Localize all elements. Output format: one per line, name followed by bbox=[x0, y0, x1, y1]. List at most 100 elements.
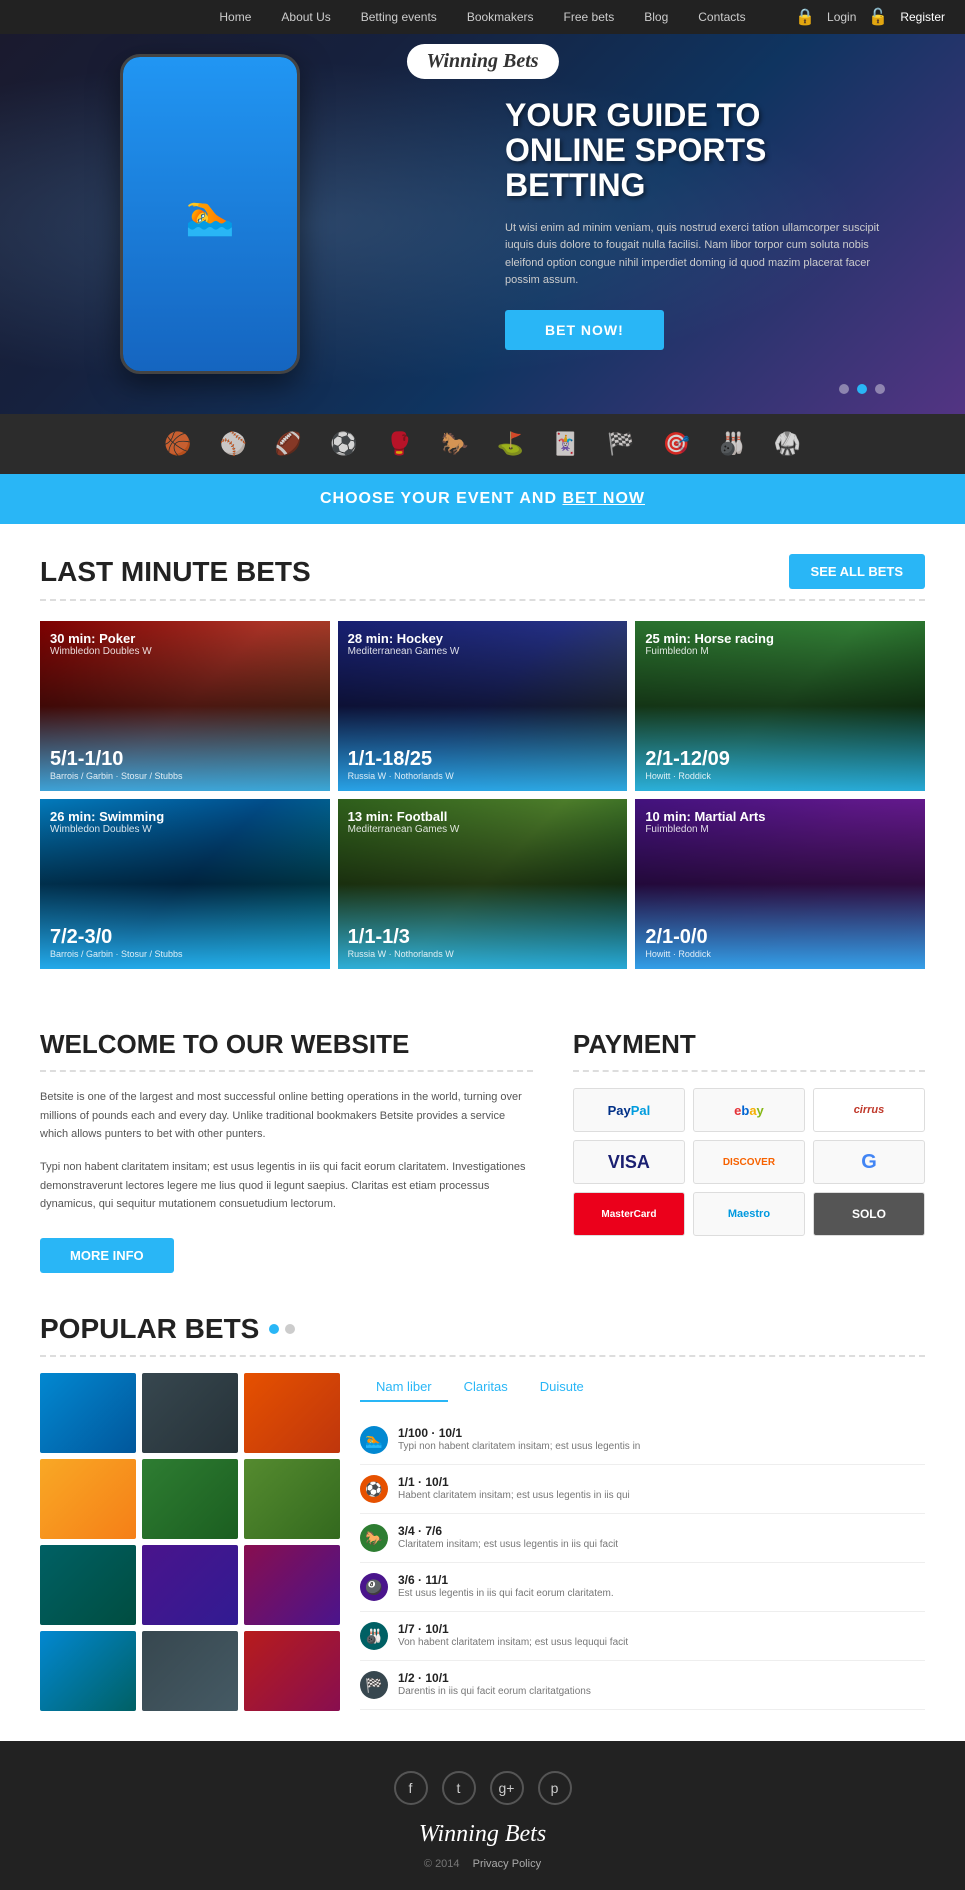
payment-solo[interactable]: SOLO bbox=[813, 1192, 925, 1236]
tab-duisute[interactable]: Duisute bbox=[524, 1373, 600, 1402]
cards-icon[interactable]: 🃏 bbox=[552, 431, 579, 457]
twitter-icon[interactable]: t bbox=[442, 1771, 476, 1805]
pop-image-soccer[interactable] bbox=[142, 1459, 238, 1539]
payment-mastercard[interactable]: MasterCard bbox=[573, 1192, 685, 1236]
pop-image-boxing[interactable] bbox=[244, 1631, 340, 1711]
facebook-icon[interactable]: f bbox=[394, 1771, 428, 1805]
payment-ebay[interactable]: ebay bbox=[693, 1088, 805, 1132]
payment-paypal[interactable]: PayPal bbox=[573, 1088, 685, 1132]
footer-logo: Winning Bets bbox=[40, 1821, 925, 1848]
dot-2[interactable] bbox=[857, 384, 867, 394]
payment-visa[interactable]: VISA bbox=[573, 1140, 685, 1184]
bet-subtitle: Fuimbledon M bbox=[645, 824, 915, 835]
pop-dot-2[interactable] bbox=[285, 1324, 295, 1334]
football-icon[interactable]: 🏈 bbox=[275, 431, 302, 457]
pop-image-field[interactable] bbox=[244, 1459, 340, 1539]
nav-contacts[interactable]: Contacts bbox=[698, 10, 745, 24]
pop-image-beach[interactable] bbox=[40, 1545, 136, 1625]
bet-odds-label: 1/100 · 10/1 bbox=[398, 1426, 640, 1440]
bet-info: 1/100 · 10/1 Typi non habent claritatem … bbox=[398, 1426, 640, 1454]
footer: f t g+ p Winning Bets © 2014 Privacy Pol… bbox=[0, 1741, 965, 1890]
payment-discover[interactable]: DISCOVER bbox=[693, 1140, 805, 1184]
payment-maestro[interactable]: Maestro bbox=[693, 1192, 805, 1236]
pinterest-icon[interactable]: p bbox=[538, 1771, 572, 1805]
bet-card-swimming[interactable]: 26 min: Swimming Wimbledon Doubles W 7/2… bbox=[40, 799, 330, 969]
soccer-icon[interactable]: ⚽ bbox=[330, 431, 357, 457]
nav-freebets[interactable]: Free bets bbox=[564, 10, 615, 24]
bet-time: 30 min: Poker bbox=[50, 631, 320, 646]
bet-odds: 2/1-12/09 bbox=[645, 748, 915, 771]
payment-google[interactable]: G bbox=[813, 1140, 925, 1184]
bet-card-poker[interactable]: 30 min: Poker Wimbledon Doubles W 5/1-1/… bbox=[40, 621, 330, 791]
bet-info: 1/7 · 10/1 Von habent claritatem insitam… bbox=[398, 1622, 628, 1650]
bet-now-link[interactable]: BET NOW bbox=[562, 490, 645, 507]
tab-nam-liber[interactable]: Nam liber bbox=[360, 1373, 448, 1402]
nav-about[interactable]: About Us bbox=[281, 10, 330, 24]
baseball-icon[interactable]: ⚾ bbox=[219, 431, 246, 457]
pop-image-cycling[interactable] bbox=[244, 1545, 340, 1625]
nav-bookmakers[interactable]: Bookmakers bbox=[467, 10, 534, 24]
googleplus-icon[interactable]: g+ bbox=[490, 1771, 524, 1805]
sport-icon-swim: 🏊 bbox=[360, 1426, 388, 1454]
bet-card-top: 25 min: Horse racing Fuimbledon M bbox=[645, 631, 915, 657]
bet-card-content: 25 min: Horse racing Fuimbledon M 2/1-12… bbox=[635, 621, 925, 791]
golf-icon[interactable]: ⛳ bbox=[497, 431, 524, 457]
bet-info: 3/6 · 11/1 Est usus legentis in iis qui … bbox=[398, 1573, 614, 1601]
bet-now-button[interactable]: BET NOW! bbox=[505, 310, 664, 350]
darts-icon[interactable]: 🎯 bbox=[663, 431, 690, 457]
bet-subtitle: Mediterranean Games W bbox=[348, 824, 618, 835]
social-links: f t g+ p bbox=[40, 1771, 925, 1805]
bet-description: Von habent claritatem insitam; est usus … bbox=[398, 1636, 628, 1650]
tab-claritas[interactable]: Claritas bbox=[448, 1373, 524, 1402]
bet-card-martial[interactable]: 10 min: Martial Arts Fuimbledon M 2/1-0/… bbox=[635, 799, 925, 969]
login-link[interactable]: Login bbox=[827, 10, 856, 24]
payment-cirrus[interactable]: cirrus bbox=[813, 1088, 925, 1132]
more-info-button[interactable]: MORE INFO bbox=[40, 1238, 174, 1273]
bet-card-bottom: 7/2-3/0 Barrois / Garbin · Stosur / Stub… bbox=[50, 926, 320, 959]
hero-phone: 🏊 bbox=[120, 54, 320, 374]
pop-image-tennis[interactable] bbox=[40, 1459, 136, 1539]
privacy-policy-link[interactable]: Privacy Policy bbox=[473, 1858, 541, 1870]
bet-odds-label: 1/2 · 10/1 bbox=[398, 1671, 591, 1685]
last-minute-title: LAST MINUTE BETS bbox=[40, 556, 311, 588]
nav-home[interactable]: Home bbox=[219, 10, 251, 24]
pop-image-swim[interactable] bbox=[40, 1373, 136, 1453]
boxing-icon[interactable]: 🥊 bbox=[386, 431, 413, 457]
nav-blog[interactable]: Blog bbox=[644, 10, 668, 24]
horse-racing-icon[interactable]: 🐎 bbox=[441, 431, 468, 457]
bet-time: 10 min: Martial Arts bbox=[645, 809, 915, 824]
pop-image-fight[interactable] bbox=[142, 1545, 238, 1625]
pop-image-phone[interactable] bbox=[142, 1631, 238, 1711]
nav-betting[interactable]: Betting events bbox=[361, 10, 437, 24]
dot-3[interactable] bbox=[875, 384, 885, 394]
bowling-icon[interactable]: 🎳 bbox=[718, 431, 745, 457]
welcome-text-1: Betsite is one of the largest and most s… bbox=[40, 1088, 533, 1144]
pop-image-water[interactable] bbox=[40, 1631, 136, 1711]
bet-card-content: 10 min: Martial Arts Fuimbledon M 2/1-0/… bbox=[635, 799, 925, 969]
basketball-icon[interactable]: 🏀 bbox=[164, 431, 191, 457]
martial-arts-icon[interactable]: 🥋 bbox=[774, 431, 801, 457]
bet-odds: 1/1-18/25 bbox=[348, 748, 618, 771]
bet-card-hockey[interactable]: 28 min: Hockey Mediterranean Games W 1/1… bbox=[338, 621, 628, 791]
choose-event-bar: CHOOSE YOUR EVENT AND BET NOW bbox=[0, 474, 965, 524]
dot-1[interactable] bbox=[839, 384, 849, 394]
bet-info: 1/1 · 10/1 Habent claritatem insitam; es… bbox=[398, 1475, 630, 1503]
pop-image-bike[interactable] bbox=[244, 1373, 340, 1453]
bet-odds: 7/2-3/0 bbox=[50, 926, 320, 949]
register-link[interactable]: Register bbox=[900, 10, 945, 24]
phone-screen: 🏊 bbox=[123, 57, 297, 371]
last-minute-header: LAST MINUTE BETS SEE ALL BETS bbox=[40, 554, 925, 601]
racing-flag-icon[interactable]: 🏁 bbox=[607, 431, 634, 457]
bet-odds-label: 3/4 · 7/6 bbox=[398, 1524, 618, 1538]
bet-card-football[interactable]: 13 min: Football Mediterranean Games W 1… bbox=[338, 799, 628, 969]
bet-time: 13 min: Football bbox=[348, 809, 618, 824]
register-icon: 🔓 bbox=[868, 7, 888, 27]
see-all-bets-button[interactable]: SEE ALL BETS bbox=[789, 554, 925, 589]
bet-players: Barrois / Garbin · Stosur / Stubbs bbox=[50, 949, 320, 959]
hero-description: Ut wisi enim ad minim veniam, quis nostr… bbox=[505, 220, 885, 290]
sport-icon-bowling: 🎳 bbox=[360, 1622, 388, 1650]
pop-dot-1[interactable] bbox=[269, 1324, 279, 1334]
pop-image-gym[interactable] bbox=[142, 1373, 238, 1453]
choose-text: CHOOSE YOUR EVENT AND BET NOW bbox=[320, 490, 645, 508]
bet-card-horse[interactable]: 25 min: Horse racing Fuimbledon M 2/1-12… bbox=[635, 621, 925, 791]
